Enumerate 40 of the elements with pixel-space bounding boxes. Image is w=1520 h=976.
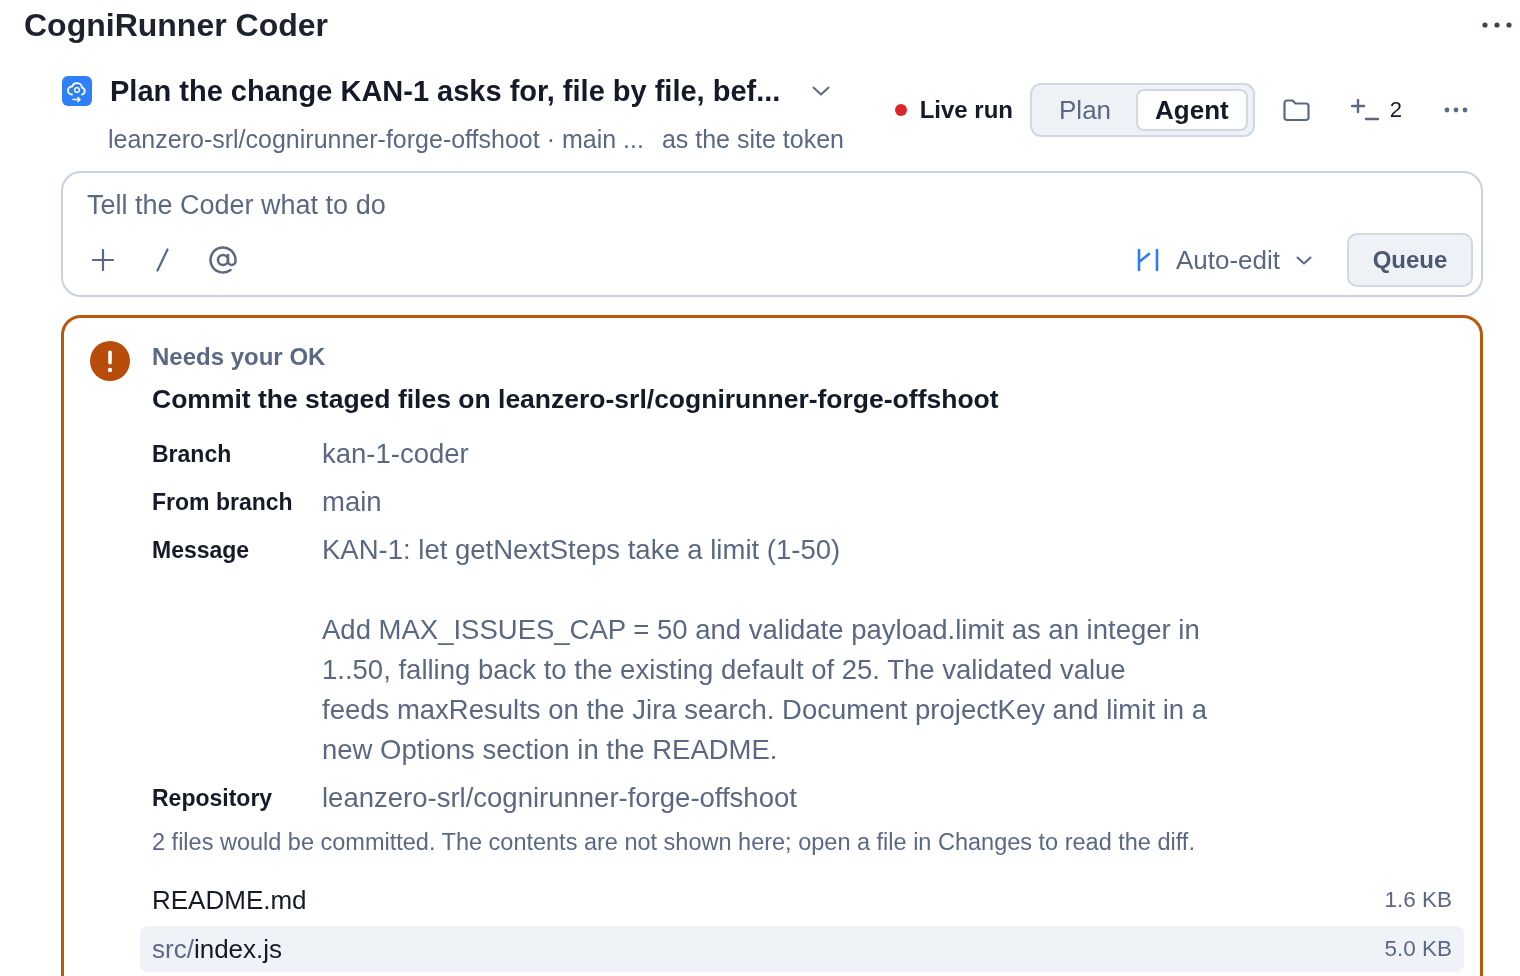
detail-label: Branch	[152, 440, 233, 469]
approval-status: Needs your OK	[152, 342, 327, 372]
detail-value: kan-1-coder	[322, 437, 470, 471]
app-title: CogniRunner Coder	[24, 6, 328, 45]
slash-icon[interactable]	[156, 248, 169, 272]
detail-label: Message	[152, 536, 251, 565]
queue-button[interactable]: Queue	[1347, 233, 1473, 287]
detail-value: main	[322, 485, 383, 519]
commit-note: 2 files would be committed. The contents are not shown here; open a file in Changes to read the diff.	[152, 828, 1196, 857]
file-size: 5.0 KB	[1384, 936, 1452, 962]
alert-icon	[90, 341, 130, 381]
at-sign-icon[interactable]	[208, 245, 238, 275]
plus-minus-icon[interactable]	[1350, 99, 1379, 121]
task-title: Plan the change KAN-1 asks for, file by file, bef...	[110, 74, 781, 109]
more-icon[interactable]	[1444, 107, 1468, 113]
prompt-field[interactable]: Tell the Coder what to do Auto-edit Queue	[61, 171, 1483, 297]
file-path[interactable]: README.md	[152, 884, 307, 916]
detail-label: Repository	[152, 784, 274, 813]
plus-icon[interactable]	[92, 249, 114, 271]
token-note: as the site token	[661, 124, 844, 154]
file-size: 1.6 KB	[1384, 887, 1452, 913]
file-row[interactable]: src/index.js 5.0 KB	[140, 926, 1464, 972]
more-icon[interactable]	[1482, 22, 1512, 28]
chevron-down-icon	[1296, 255, 1312, 265]
change-count: 2	[1389, 97, 1402, 123]
edit-mode-dropdown[interactable]: Auto-edit	[1135, 244, 1312, 276]
file-path[interactable]: src/index.js	[152, 933, 283, 965]
file-row[interactable]: README.md 1.6 KB	[140, 877, 1464, 923]
split-lines-icon	[1135, 247, 1160, 273]
detail-label: From branch	[152, 488, 294, 517]
detail-value: leanzero-srl/cognirunner-forge-offshoot	[322, 781, 798, 815]
chevron-down-icon[interactable]	[812, 86, 831, 96]
repo-branch-text: leanzero-srl/cognirunner-forge-offshoot · main ...	[108, 124, 644, 154]
run-status-label: Live run	[919, 96, 1014, 124]
mode-tab[interactable]: Plan	[1037, 89, 1134, 131]
folder-icon[interactable]	[1282, 98, 1310, 122]
detail-value: KAN-1: let getNextSteps take a limit (1-50) Add MAX_ISSUES_CAP = 50 and validate payload.limit as an integer in 1..50, falling back to the existing default of 25. The validated value feeds maxResults on the Jira search. Document projectKey and limit in a new Options section in the README.	[322, 533, 1208, 767]
cloud-icon	[62, 76, 92, 106]
approval-title: Commit the staged files on leanzero-srl/cognirunner-forge-offshoot	[152, 383, 1000, 416]
mode-tab[interactable]: Agent	[1136, 89, 1248, 131]
